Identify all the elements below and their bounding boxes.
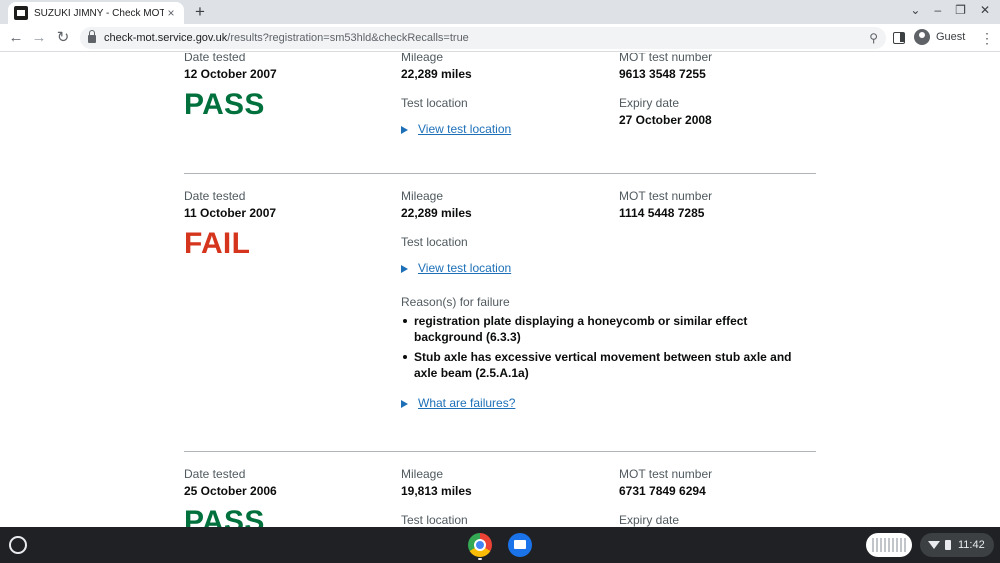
test-location-label: Test location	[401, 96, 468, 110]
test-location-label: Test location	[401, 235, 468, 249]
url-path: /results?registration=sm53hld&checkRecal…	[227, 32, 469, 44]
failure-reason: registration plate displaying a honeycom…	[401, 313, 811, 345]
mot-test-number-value: 1114 5448 7285	[619, 206, 705, 220]
mot-test-number-label: MOT test number	[619, 189, 713, 203]
os-shelf: 11:42	[0, 527, 1000, 563]
lock-icon[interactable]	[88, 30, 96, 43]
more-menu-icon[interactable]: ⋮	[980, 30, 994, 48]
profile-button[interactable]: Guest	[914, 29, 965, 45]
new-tab-button[interactable]: +	[190, 2, 210, 22]
system-tray[interactable]: 11:42	[920, 533, 994, 557]
disclosure-triangle-icon	[401, 399, 408, 408]
browser-tab[interactable]: SUZUKI JIMNY - Check MOT history ×	[8, 2, 184, 24]
tab-search-icon[interactable]: ⌄	[910, 3, 920, 17]
mot-test-number-label: MOT test number	[619, 467, 713, 481]
mileage-value: 22,289 miles	[401, 206, 472, 220]
files-app-icon[interactable]	[508, 533, 532, 557]
disclosure-triangle-icon	[401, 125, 408, 134]
mileage-label: Mileage	[401, 467, 444, 481]
expiry-date-label: Expiry date	[619, 96, 680, 110]
restore-icon[interactable]: ❐	[955, 3, 966, 17]
reload-icon[interactable]: ↻	[53, 28, 73, 48]
avatar-icon	[914, 29, 930, 45]
disclosure-triangle-icon	[401, 264, 408, 273]
date-tested-value: 25 October 2006	[184, 484, 277, 498]
battery-icon	[945, 540, 951, 550]
test-result: FAIL	[184, 227, 251, 260]
what-are-failures-link[interactable]: What are failures?	[401, 396, 816, 411]
date-tested-label: Date tested	[184, 467, 246, 481]
mileage-label: Mileage	[401, 189, 444, 203]
profile-label: Guest	[936, 31, 966, 43]
address-bar[interactable]: check-mot.service.gov.uk /results?regist…	[80, 27, 886, 49]
date-tested-label: Date tested	[184, 53, 246, 64]
search-icon[interactable]: ⚲	[869, 31, 878, 45]
failure-reason: Stub axle has excessive vertical movemen…	[401, 349, 811, 381]
date-tested-label: Date tested	[184, 189, 246, 203]
tab-title: SUZUKI JIMNY - Check MOT history	[34, 7, 164, 19]
clock: 11:42	[958, 539, 985, 551]
view-test-location-link[interactable]: View test location	[401, 122, 816, 137]
expiry-date-value: 27 October 2008	[619, 113, 712, 127]
holding-space-thumbnail[interactable]	[866, 533, 912, 557]
close-window-icon[interactable]: ✕	[980, 3, 990, 17]
test-result: PASS	[184, 88, 265, 121]
side-panel-icon[interactable]	[893, 32, 905, 44]
back-icon[interactable]: ←	[6, 28, 26, 48]
wifi-icon	[928, 541, 940, 549]
chrome-app-icon[interactable]	[468, 533, 492, 557]
mot-test-number-value: 9613 3548 7255	[619, 67, 706, 81]
gov-favicon-icon	[14, 6, 28, 20]
running-indicator	[478, 558, 482, 560]
mileage-label: Mileage	[401, 53, 444, 64]
view-test-location-link[interactable]: View test location	[401, 261, 816, 276]
date-tested-value: 11 October 2007	[184, 206, 277, 220]
tab-strip: SUZUKI JIMNY - Check MOT history × + ⌄ –…	[0, 0, 1000, 24]
url-host: check-mot.service.gov.uk	[104, 32, 228, 44]
test-result: PASS	[184, 505, 265, 527]
date-tested-value: 12 October 2007	[184, 67, 277, 81]
record-divider	[184, 451, 816, 452]
record-divider	[184, 173, 816, 174]
window-controls: ⌄ – ❐ ✕	[910, 3, 990, 17]
mot-history-page: Date tested 12 October 2007 PASS Mileage…	[0, 53, 1000, 527]
mot-test-number-label: MOT test number	[619, 53, 713, 64]
mileage-value: 19,813 miles	[401, 484, 472, 498]
browser-toolbar: ← → ↻ check-mot.service.gov.uk /results?…	[0, 24, 1000, 52]
failure-reasons-list: registration plate displaying a honeycom…	[401, 313, 816, 381]
close-tab-icon[interactable]: ×	[164, 6, 178, 20]
reasons-for-failure-label: Reason(s) for failure	[401, 295, 510, 309]
mileage-value: 22,289 miles	[401, 67, 472, 81]
minimize-icon[interactable]: –	[934, 3, 941, 17]
mot-test-number-value: 6731 7849 6294	[619, 484, 706, 498]
expiry-date-label: Expiry date	[619, 513, 680, 527]
test-location-label: Test location	[401, 513, 468, 527]
forward-icon[interactable]: →	[29, 28, 49, 48]
launcher-icon[interactable]	[9, 536, 27, 554]
